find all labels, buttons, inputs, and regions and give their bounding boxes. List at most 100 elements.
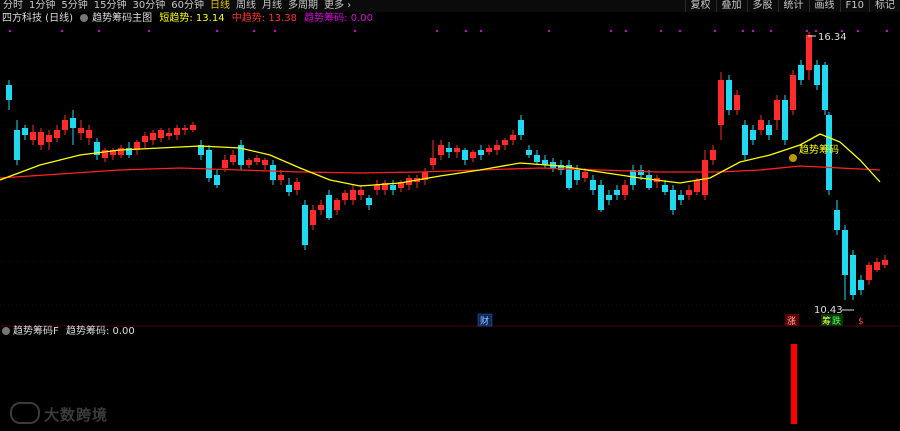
- candle[interactable]: [230, 155, 236, 162]
- candle[interactable]: [726, 80, 732, 110]
- candle[interactable]: [502, 140, 508, 145]
- candle[interactable]: [614, 190, 620, 195]
- candle[interactable]: [78, 128, 84, 133]
- candle[interactable]: [6, 85, 12, 100]
- candle[interactable]: [358, 190, 364, 195]
- candle[interactable]: [342, 193, 348, 200]
- candlestick-chart[interactable]: 16.34 10.43 趋势筹码 财 涨 筹 跌 $: [0, 0, 900, 431]
- candle[interactable]: [430, 158, 436, 165]
- candle[interactable]: [438, 145, 444, 155]
- gear-icon[interactable]: [80, 14, 89, 22]
- candle[interactable]: [702, 160, 708, 195]
- candle[interactable]: [606, 195, 612, 200]
- candle[interactable]: [70, 118, 76, 128]
- candle[interactable]: [462, 150, 468, 160]
- chip-marker[interactable]: 筹: [822, 315, 831, 327]
- candle[interactable]: [510, 135, 516, 140]
- candle[interactable]: [374, 185, 380, 190]
- candle[interactable]: [694, 180, 700, 192]
- candle[interactable]: [86, 130, 92, 138]
- candle[interactable]: [822, 65, 828, 110]
- candle[interactable]: [494, 145, 500, 150]
- limit-up-marker[interactable]: 涨: [787, 316, 796, 327]
- candle[interactable]: [518, 120, 524, 135]
- candle[interactable]: [214, 175, 220, 185]
- candle[interactable]: [302, 205, 308, 245]
- candle[interactable]: [834, 210, 840, 230]
- candle[interactable]: [574, 170, 580, 180]
- candle[interactable]: [662, 185, 668, 192]
- finance-marker[interactable]: 财: [480, 315, 489, 327]
- candle[interactable]: [478, 150, 484, 155]
- candle[interactable]: [158, 130, 164, 138]
- candle[interactable]: [270, 165, 276, 180]
- candle[interactable]: [718, 80, 724, 125]
- candle[interactable]: [54, 130, 60, 138]
- candle[interactable]: [246, 160, 252, 165]
- candle[interactable]: [38, 132, 44, 145]
- limit-down-marker[interactable]: 跌: [832, 316, 841, 327]
- candle[interactable]: [866, 265, 872, 280]
- candle[interactable]: [678, 195, 684, 200]
- candle[interactable]: [470, 152, 476, 158]
- candle[interactable]: [590, 180, 596, 190]
- candle[interactable]: [182, 128, 188, 130]
- candle[interactable]: [750, 130, 756, 140]
- candle[interactable]: [286, 185, 292, 192]
- candle[interactable]: [766, 125, 772, 135]
- candle[interactable]: [534, 155, 540, 162]
- candle[interactable]: [30, 132, 36, 140]
- candle[interactable]: [190, 125, 196, 130]
- candle[interactable]: [166, 133, 172, 136]
- indicator-name[interactable]: 趋势筹码主图: [92, 13, 152, 24]
- candle[interactable]: [774, 100, 780, 120]
- candle[interactable]: [118, 148, 124, 155]
- candle[interactable]: [174, 128, 180, 135]
- candle[interactable]: [598, 185, 604, 210]
- candle[interactable]: [790, 75, 796, 110]
- candle[interactable]: [526, 150, 532, 155]
- candle[interactable]: [366, 198, 372, 205]
- candle[interactable]: [858, 280, 864, 290]
- candle[interactable]: [734, 95, 740, 110]
- candle[interactable]: [46, 135, 52, 142]
- sub-indicator-name[interactable]: 趋势筹码F: [13, 326, 59, 337]
- candle[interactable]: [842, 230, 848, 275]
- candle[interactable]: [310, 210, 316, 225]
- candle[interactable]: [686, 190, 692, 195]
- candle[interactable]: [446, 148, 452, 152]
- candle[interactable]: [670, 190, 676, 210]
- candle[interactable]: [798, 65, 804, 80]
- candle[interactable]: [62, 120, 68, 130]
- candle[interactable]: [758, 120, 764, 130]
- candle[interactable]: [294, 182, 300, 190]
- candle[interactable]: [710, 150, 716, 160]
- candle[interactable]: [806, 35, 812, 70]
- candle[interactable]: [782, 100, 788, 140]
- candle[interactable]: [622, 185, 628, 195]
- candle[interactable]: [454, 148, 460, 152]
- candle[interactable]: [142, 136, 148, 142]
- candle[interactable]: [222, 160, 228, 168]
- candle[interactable]: [206, 150, 212, 178]
- gear-icon[interactable]: [2, 327, 10, 335]
- candle[interactable]: [254, 158, 260, 162]
- candle[interactable]: [814, 65, 820, 85]
- candle[interactable]: [390, 185, 396, 190]
- candle[interactable]: [882, 260, 888, 265]
- candle[interactable]: [486, 148, 492, 152]
- candle[interactable]: [326, 195, 332, 218]
- candle[interactable]: [278, 175, 284, 180]
- candle[interactable]: [334, 200, 340, 210]
- candle[interactable]: [14, 130, 20, 160]
- candle[interactable]: [582, 172, 588, 178]
- candle[interactable]: [22, 128, 28, 135]
- candle[interactable]: [262, 160, 268, 165]
- candle[interactable]: [350, 190, 356, 200]
- candle[interactable]: [150, 133, 156, 140]
- candle[interactable]: [874, 262, 880, 270]
- candle[interactable]: [646, 175, 652, 188]
- candle[interactable]: [850, 255, 856, 295]
- candle[interactable]: [742, 125, 748, 155]
- candle[interactable]: [318, 205, 324, 210]
